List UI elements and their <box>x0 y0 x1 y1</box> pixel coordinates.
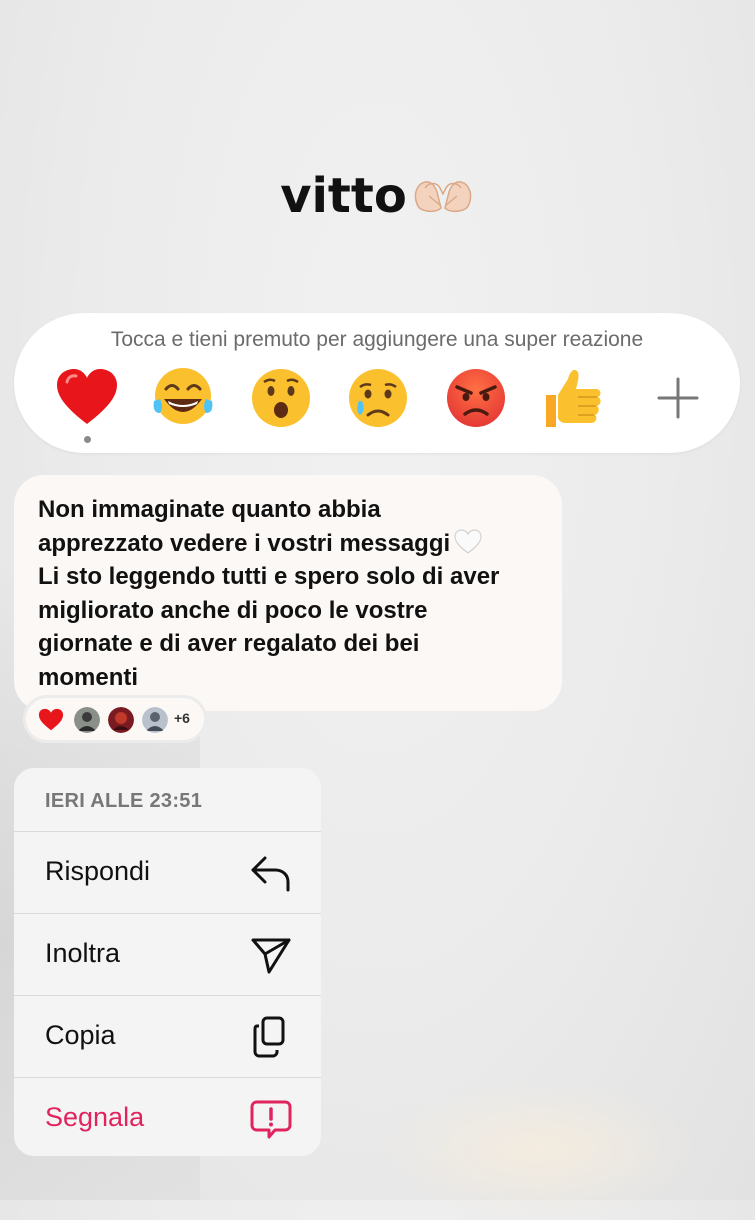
reaction-emoji-row <box>54 365 704 433</box>
message-line-6: momenti <box>38 663 139 691</box>
angry-face-icon <box>447 369 505 427</box>
tears-of-joy-icon <box>153 368 213 424</box>
red-heart-icon <box>57 369 117 424</box>
astonished-face-icon <box>252 369 310 427</box>
message-line-1: Non immaginate quanto abbia <box>38 496 381 523</box>
message-bubble[interactable]: Non immaginate quanto abbia apprezzato ve… <box>14 475 562 711</box>
selected-reaction-indicator <box>84 436 91 443</box>
forward-label: Inoltra <box>45 938 121 968</box>
reaction-bar: Tocca e tieni premuto per aggiungere una… <box>14 313 740 453</box>
send-icon <box>251 938 291 974</box>
copy-icon <box>253 1016 285 1058</box>
message-line-3: Li sto leggendo tutti e spero solo di av… <box>38 563 500 590</box>
conversation-title-row: vitto <box>0 168 755 224</box>
white-heart-icon <box>454 528 482 554</box>
reply-icon <box>251 856 290 892</box>
message-context-menu: IERI ALLE 23:51 Rispondi Inoltra Copia S… <box>14 768 321 1156</box>
report-icon <box>250 1100 292 1139</box>
red-heart-reaction-button[interactable] <box>54 365 120 431</box>
copy-menu-item[interactable]: Copia <box>14 995 321 1077</box>
tears-of-joy-reaction-button[interactable] <box>150 365 216 431</box>
crying-face-icon <box>349 369 407 427</box>
heart-hands-icon <box>414 181 472 213</box>
conversation-title: vitto <box>280 168 407 224</box>
reactions-summary[interactable]: +6 <box>23 695 207 743</box>
thumbs-up-reaction-button[interactable] <box>540 365 606 431</box>
report-menu-item[interactable]: Segnala <box>14 1077 321 1156</box>
reply-label: Rispondi <box>45 856 151 886</box>
reply-menu-item[interactable]: Rispondi <box>14 831 321 913</box>
angry-reaction-button[interactable] <box>443 365 509 431</box>
reaction-hint: Tocca e tieni premuto per aggiungere una… <box>110 328 644 351</box>
menu-header: IERI ALLE 23:51 <box>14 768 321 831</box>
avatar <box>108 707 134 733</box>
crying-reaction-button[interactable] <box>345 365 411 431</box>
astonished-reaction-button[interactable] <box>248 365 314 431</box>
message-text: Non immaginate quanto abbia apprezzato ve… <box>38 493 538 694</box>
message-timestamp: IERI ALLE 23:51 <box>45 790 203 812</box>
thumbs-up-icon <box>546 369 601 427</box>
copy-label: Copia <box>45 1020 116 1050</box>
avatar <box>142 707 168 733</box>
forward-menu-item[interactable]: Inoltra <box>14 913 321 995</box>
message-line-2: apprezzato vedere i vostri messaggi <box>38 529 451 557</box>
avatar <box>74 707 100 733</box>
plus-icon <box>657 377 699 419</box>
message-line-4: migliorato anche di poco le vostre <box>38 596 428 624</box>
report-label: Segnala <box>45 1102 145 1132</box>
message-line-5: giornate e di aver regalato dei bei <box>38 630 420 657</box>
red-heart-icon <box>38 708 64 731</box>
background-blur-bottom <box>380 1080 700 1220</box>
reactions-more-count: +6 <box>174 710 190 726</box>
more-reactions-button[interactable] <box>645 365 711 431</box>
